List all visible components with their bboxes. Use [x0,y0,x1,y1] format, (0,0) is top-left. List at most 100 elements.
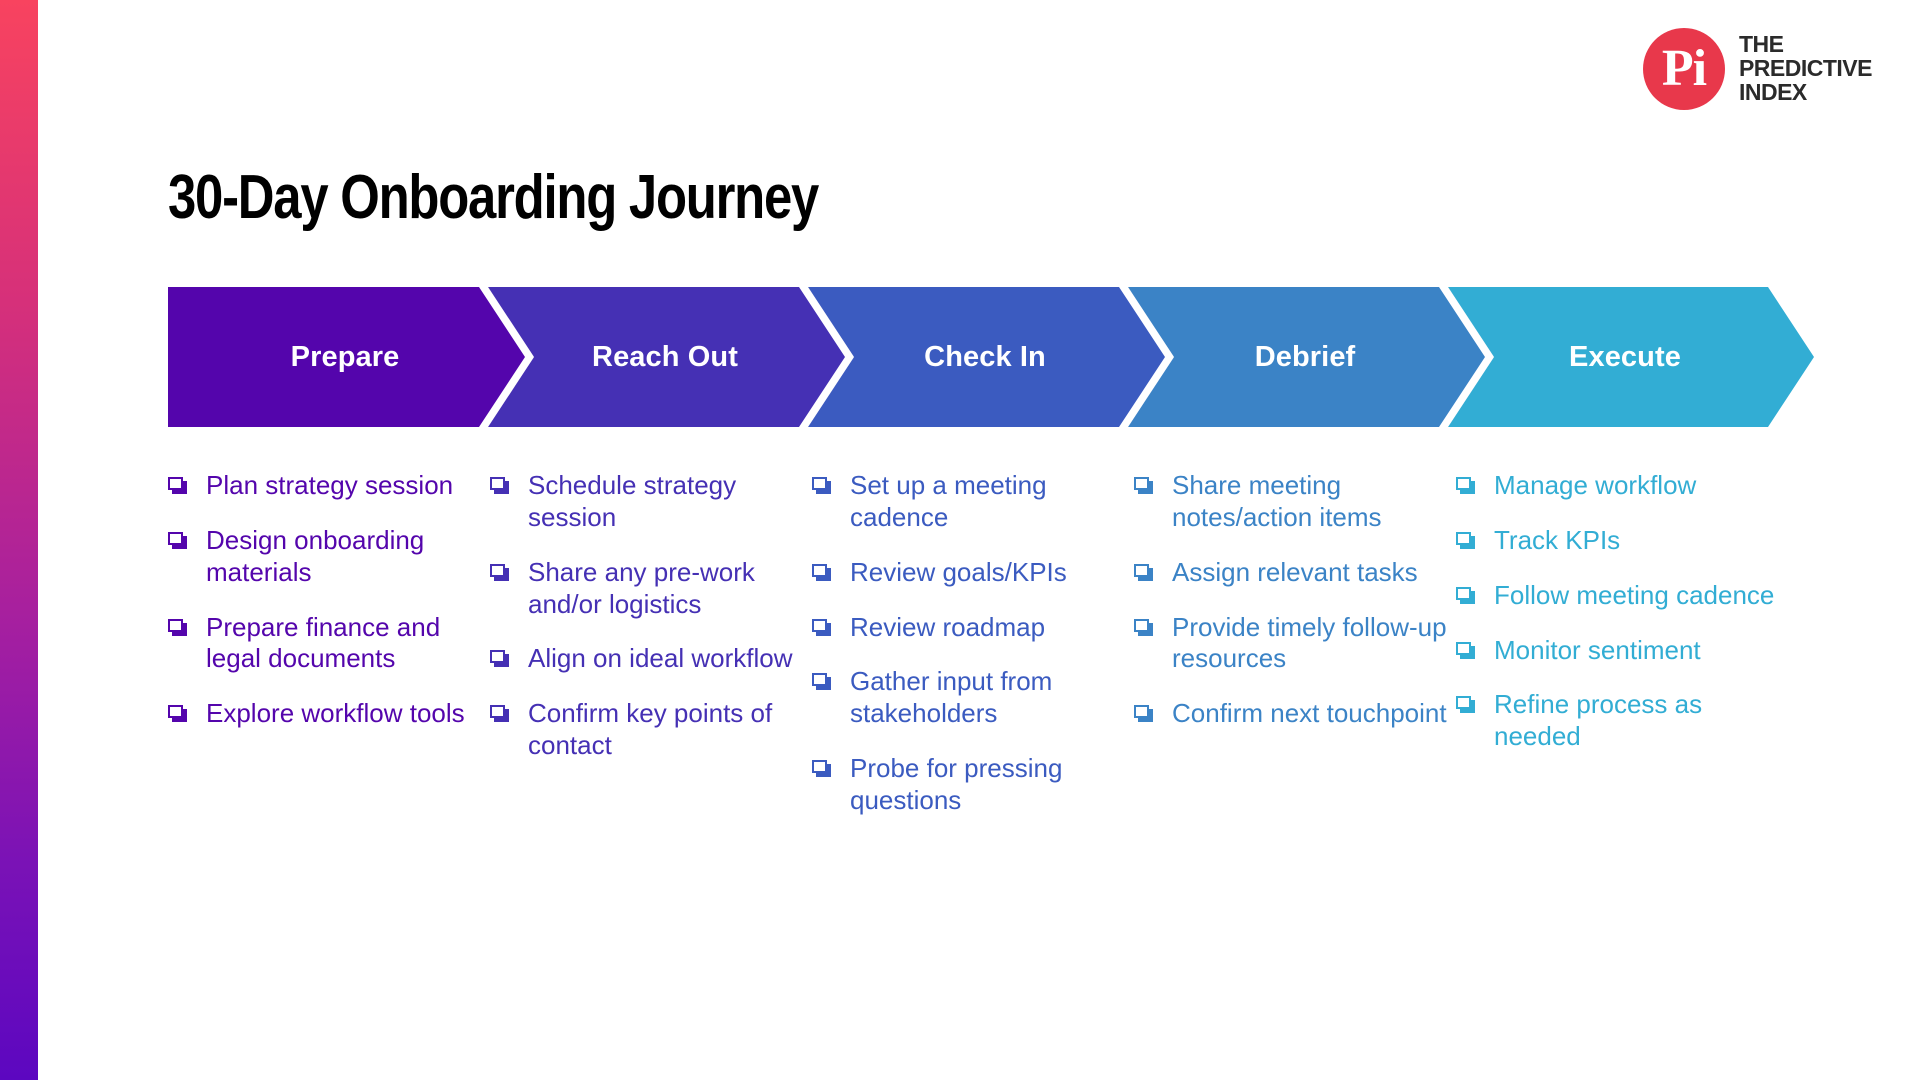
page-title: 30-Day Onboarding Journey [168,162,819,232]
list-item[interactable]: Align on ideal workflow [490,643,812,675]
list-item-label: Track KPIs [1494,524,1621,555]
list-item-label: Follow meeting cadence [1494,579,1775,610]
checkbox-icon[interactable] [168,705,187,723]
list-item[interactable]: Follow meeting cadence [1456,580,1778,612]
checkbox-icon[interactable] [1456,696,1475,714]
list-item[interactable]: Track KPIs [1456,525,1778,557]
checkbox-outline [812,477,827,490]
checkbox-outline [490,563,505,577]
stage-label: Execute [1569,340,1681,373]
stage-chevron-prepare[interactable]: Prepare [168,287,534,427]
stage-label: Debrief [1254,340,1356,373]
checkbox-outline [1134,705,1149,719]
stage-chevron-execute[interactable]: Execute [1448,287,1814,427]
logo-wordmark-line2: PREDICTIVE [1738,55,1873,82]
checkbox-outline [168,531,183,545]
list-item-label: Explore workflow tools [206,698,465,729]
checkbox-outline [812,673,827,687]
checkbox-outline [490,650,505,664]
list-item-label: Manage workflow [1494,470,1697,500]
list-item-label: Set up a meeting cadence [850,470,1047,532]
checkbox-icon[interactable] [490,563,509,581]
list-item-label: Provide timely follow-up resources [1172,611,1447,674]
list-item[interactable]: Refine process as needed [1456,689,1778,753]
list-item[interactable]: Confirm next touchpoint [1134,698,1456,730]
list-item-label: Monitor sentiment [1494,634,1701,665]
checkbox-outline [490,705,505,719]
pi-logo-mark-icon: Pi [1642,28,1725,110]
checkbox-icon[interactable] [812,563,831,581]
list-item[interactable]: Schedule strategy session [490,470,812,534]
stage-chevron-banner: Prepare Reach Out Check In Debrief Execute [168,287,1814,427]
list-item-label: Review roadmap [850,611,1046,642]
list-item[interactable]: Share meeting notes/action items [1134,470,1456,534]
list-item[interactable]: Prepare finance and legal documents [168,612,490,676]
checkbox-outline [1134,618,1149,632]
checkbox-icon[interactable] [1134,618,1153,636]
checkbox-outline [1456,696,1471,710]
list-item-label: Assign relevant tasks [1172,556,1418,587]
pi-logo-monogram: Pi [1661,40,1707,97]
checkbox-icon[interactable] [1456,477,1475,494]
checkbox-icon[interactable] [1134,563,1153,581]
checkbox-icon[interactable] [812,673,831,691]
stage-chevron-reach-out[interactable]: Reach Out [488,287,854,427]
list-item-label: Probe for pressing questions [850,753,1063,815]
checkbox-icon[interactable] [168,477,187,494]
checklist-column-prepare: Plan strategy session Design onboarding m… [168,470,490,840]
stage-label: Prepare [290,340,400,373]
list-item[interactable]: Gather input from stakeholders [812,666,1134,730]
checkbox-icon[interactable] [812,477,831,494]
stage-chevron-check-in[interactable]: Check In [808,287,1174,427]
list-item-label: Design onboarding materials [206,524,425,587]
list-item[interactable]: Design onboarding materials [168,525,490,589]
checkbox-icon[interactable] [490,650,509,668]
list-item-label: Refine process as needed [1494,689,1703,752]
list-item-label: Prepare finance and legal documents [206,611,441,674]
checkbox-icon[interactable] [1456,586,1475,604]
checkbox-icon[interactable] [812,618,831,636]
stage-label: Check In [924,340,1046,373]
checkbox-icon[interactable] [490,705,509,723]
checkbox-outline [1134,477,1149,490]
list-item[interactable]: Assign relevant tasks [1134,557,1456,589]
list-item[interactable]: Review goals/KPIs [812,557,1134,589]
stage-chevron-debrief[interactable]: Debrief [1128,287,1494,427]
checkbox-icon[interactable] [1134,705,1153,723]
list-item[interactable]: Share any pre-work and/or logistics [490,557,812,621]
checklist-column-execute: Manage workflow Track KPIs Follow meeting … [1456,470,1778,840]
list-item[interactable]: Review roadmap [812,612,1134,644]
checkbox-icon[interactable] [1134,477,1153,494]
checkbox-outline [1456,586,1471,600]
checklist-column-check-in: Set up a meeting cadence Review goals/KPI… [812,470,1134,840]
stage-label: Reach Out [592,340,738,373]
list-item[interactable]: Manage workflow [1456,470,1778,502]
list-item[interactable]: Set up a meeting cadence [812,470,1134,534]
checkbox-outline [1134,563,1149,577]
checkbox-icon[interactable] [1456,531,1475,549]
list-item[interactable]: Confirm key points of contact [490,698,812,762]
list-item[interactable]: Plan strategy session [168,470,490,502]
list-item-label: Share meeting notes/action items [1172,470,1382,532]
checkbox-icon[interactable] [168,618,187,636]
list-item-label: Confirm next touchpoint [1172,698,1447,729]
list-item[interactable]: Probe for pressing questions [812,753,1134,817]
checkbox-icon[interactable] [168,531,187,549]
checkbox-outline [1456,477,1471,490]
logo-wordmark: THE PREDICTIVE INDEX [1738,32,1873,105]
checkbox-icon[interactable] [1456,641,1475,659]
checkbox-outline [490,477,505,490]
list-item-label: Schedule strategy session [528,470,737,532]
logo-wordmark-line3: INDEX [1738,78,1807,105]
checkbox-outline [168,705,183,719]
list-item[interactable]: Monitor sentiment [1456,635,1778,667]
list-item-label: Gather input from stakeholders [850,666,1053,729]
list-item-label: Confirm key points of contact [528,698,773,761]
checkbox-icon[interactable] [812,760,831,778]
list-item[interactable]: Provide timely follow-up resources [1134,612,1456,676]
list-item-label: Plan strategy session [206,470,454,500]
left-accent-gradient-bar [0,0,38,1080]
checkbox-outline [168,477,183,490]
list-item[interactable]: Explore workflow tools [168,698,490,730]
checkbox-icon[interactable] [490,477,509,494]
